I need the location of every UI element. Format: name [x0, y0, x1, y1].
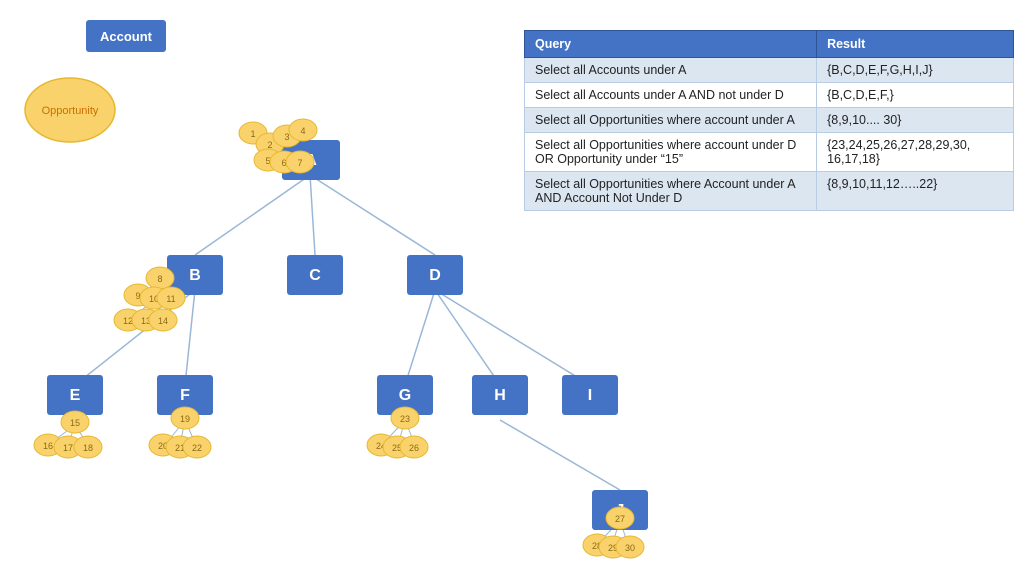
- result-cell: {B,C,D,E,F,}: [817, 83, 1014, 108]
- hierarchy-diagram: Account Opportunity: [0, 0, 680, 576]
- svg-text:17: 17: [63, 443, 73, 453]
- svg-text:22: 22: [192, 443, 202, 453]
- svg-text:30: 30: [625, 543, 635, 553]
- result-cell: {8,9,10.... 30}: [817, 108, 1014, 133]
- result-cell: {B,C,D,E,F,G,H,I,J}: [817, 58, 1014, 83]
- svg-text:18: 18: [83, 443, 93, 453]
- result-cell: {23,24,25,26,27,28,29,30, 16,17,18}: [817, 133, 1014, 172]
- legend-account-label: Account: [100, 29, 153, 44]
- svg-text:27: 27: [615, 514, 625, 524]
- svg-text:I: I: [588, 387, 592, 404]
- svg-text:3: 3: [284, 132, 289, 142]
- svg-text:12: 12: [123, 316, 133, 326]
- col-result: Result: [817, 31, 1014, 58]
- svg-text:19: 19: [180, 414, 190, 424]
- svg-text:15: 15: [70, 418, 80, 428]
- svg-text:11: 11: [166, 294, 175, 304]
- svg-text:2: 2: [267, 140, 272, 150]
- svg-text:H: H: [494, 387, 506, 404]
- legend-opportunity-label: Opportunity: [42, 105, 99, 117]
- svg-text:16: 16: [43, 441, 53, 451]
- svg-text:26: 26: [409, 443, 419, 453]
- svg-text:C: C: [309, 267, 321, 284]
- svg-text:D: D: [429, 267, 441, 284]
- result-cell: {8,9,10,11,12…..22}: [817, 172, 1014, 211]
- svg-text:7: 7: [297, 158, 302, 168]
- svg-text:4: 4: [300, 126, 305, 136]
- svg-text:E: E: [70, 387, 81, 404]
- diagram-area: Account Opportunity: [0, 0, 680, 576]
- svg-text:B: B: [189, 267, 201, 284]
- svg-text:1: 1: [250, 129, 255, 139]
- svg-text:F: F: [180, 387, 190, 404]
- svg-text:23: 23: [400, 414, 410, 424]
- svg-text:8: 8: [157, 274, 162, 284]
- svg-text:14: 14: [158, 316, 168, 326]
- svg-text:G: G: [399, 387, 411, 404]
